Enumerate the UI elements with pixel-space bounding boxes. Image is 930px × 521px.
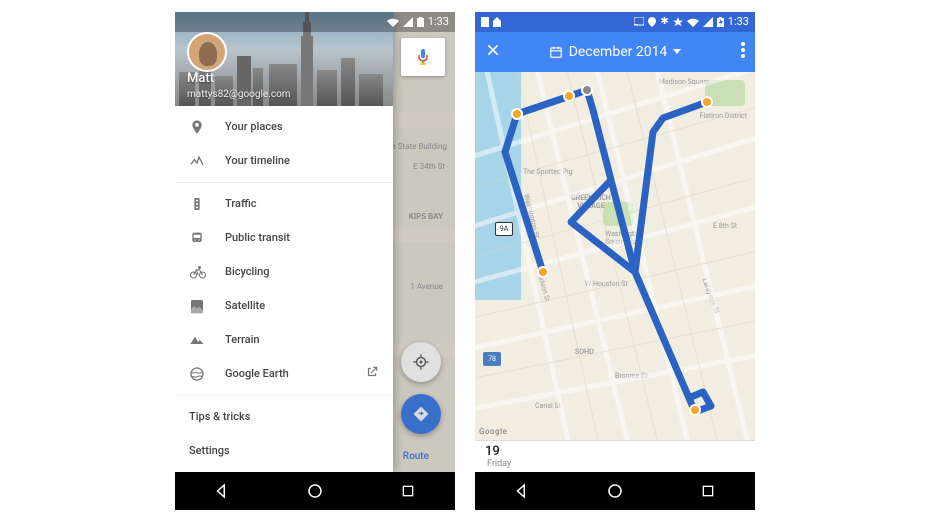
navigation-drawer: Matt mattys82@google.com Your places You… [175,12,393,472]
avatar[interactable] [187,32,227,72]
drawer-item-traffic[interactable]: Traffic [175,187,393,221]
nav-back-button[interactable] [497,476,547,506]
navigation-bar [475,472,755,510]
chevron-down-icon [673,49,681,54]
day-name: Friday [487,459,511,469]
cell-icon [703,17,713,27]
drawer-item-label: Tips & tricks [189,410,250,423]
bluetooth-icon: ✱ [660,16,668,27]
traffic-icon [189,196,225,212]
earth-icon [189,366,225,382]
place-icon [189,119,225,135]
user-name: Matt [187,71,214,86]
drawer-item-google-earth[interactable]: Google Earth [175,357,393,391]
drawer-item-label: Settings [189,444,230,457]
wifi-icon [387,17,399,27]
drawer-item-your-places[interactable]: Your places [175,110,393,144]
route-path [475,72,755,440]
route-shield: 9A [495,222,513,236]
phone-left: ire State Building E 34th St KIPS BAY 1 … [175,12,455,510]
drawer-item-label: Satellite [225,299,265,312]
drawer-item-tips[interactable]: Tips & tricks [175,400,393,434]
nav-home-button[interactable] [290,476,340,506]
microphone-icon [416,48,430,66]
terrain-icon [189,332,225,348]
screen: ire State Building E 34th St KIPS BAY 1 … [175,12,455,472]
nav-back-button[interactable] [197,476,247,506]
overflow-menu-button[interactable] [721,42,745,61]
transit-icon [189,230,225,246]
status-time: 1:33 [728,15,749,28]
status-icons-left [481,17,501,27]
drawer-item-satellite[interactable]: Satellite [175,289,393,323]
timeline-header: December 2014 [475,32,755,72]
status-bar: 1:33 [175,12,455,32]
drawer-item-label: Terrain [225,333,260,346]
drawer-item-label: Traffic [225,197,257,210]
drawer-item-label: Your timeline [225,154,290,167]
location-icon [648,17,656,27]
battery-charging-icon [717,17,724,27]
timeline-title-button[interactable]: December 2014 [509,44,721,60]
drawer-section-footer: Tips & tricks Settings [175,396,393,472]
drawer-item-settings[interactable]: Settings [175,434,393,468]
status-bar: ✱ 1:33 [475,12,755,32]
interstate-shield: 78 [483,352,501,366]
user-email: mattys82@google.com [187,89,291,100]
drawer-item-transit[interactable]: Public transit [175,221,393,255]
nav-recent-button[interactable] [383,476,433,506]
notif-icon [493,17,501,27]
route-marker[interactable] [511,108,523,120]
timeline-icon [189,153,225,169]
timeline-map[interactable]: 78 9A Madison Square... Flatiron Distric… [475,72,755,440]
notif-icon [481,17,489,27]
timeline-day-footer[interactable]: 19 Friday [475,440,755,472]
close-button[interactable] [485,42,509,61]
drawer-item-your-timeline[interactable]: Your timeline [175,144,393,178]
drawer-section-layers: Traffic Public transit Bicycling Satelli… [175,183,393,396]
satellite-icon [189,298,225,314]
navigation-bar [175,472,455,510]
drawer-item-terrain[interactable]: Terrain [175,323,393,357]
drawer-item-label: Google Earth [225,367,289,380]
open-external-icon [365,365,379,382]
status-time: 1:33 [428,15,449,28]
bicycle-icon [189,264,225,280]
status-icons-right: ✱ 1:33 [634,15,749,28]
route-marker[interactable] [537,266,549,278]
voice-search-chip[interactable] [401,38,445,76]
drawer-section-primary: Your places Your timeline [175,106,393,183]
route-marker[interactable] [689,404,701,416]
wifi-icon [687,17,699,27]
drawer-item-bicycling[interactable]: Bicycling [175,255,393,289]
cast-icon [634,17,644,27]
google-logo: Google [479,427,507,436]
drawer-item-label: Your places [225,120,283,133]
screen: December 2014 [475,12,755,472]
battery-icon [417,17,424,27]
drawer-item-label: Bicycling [225,265,270,278]
route-marker[interactable] [701,96,713,108]
nav-recent-button[interactable] [683,476,733,506]
star-icon [673,17,683,27]
status-icons: 1:33 [387,15,449,28]
cell-icon [403,17,413,27]
drawer-item-label: Public transit [225,231,290,244]
timeline-title-text: December 2014 [569,44,668,60]
day-number: 19 [485,444,511,459]
phone-right: December 2014 [475,12,755,510]
route-marker[interactable] [581,84,593,96]
route-marker[interactable] [563,90,575,102]
nav-home-button[interactable] [590,476,640,506]
calendar-icon [549,45,563,59]
